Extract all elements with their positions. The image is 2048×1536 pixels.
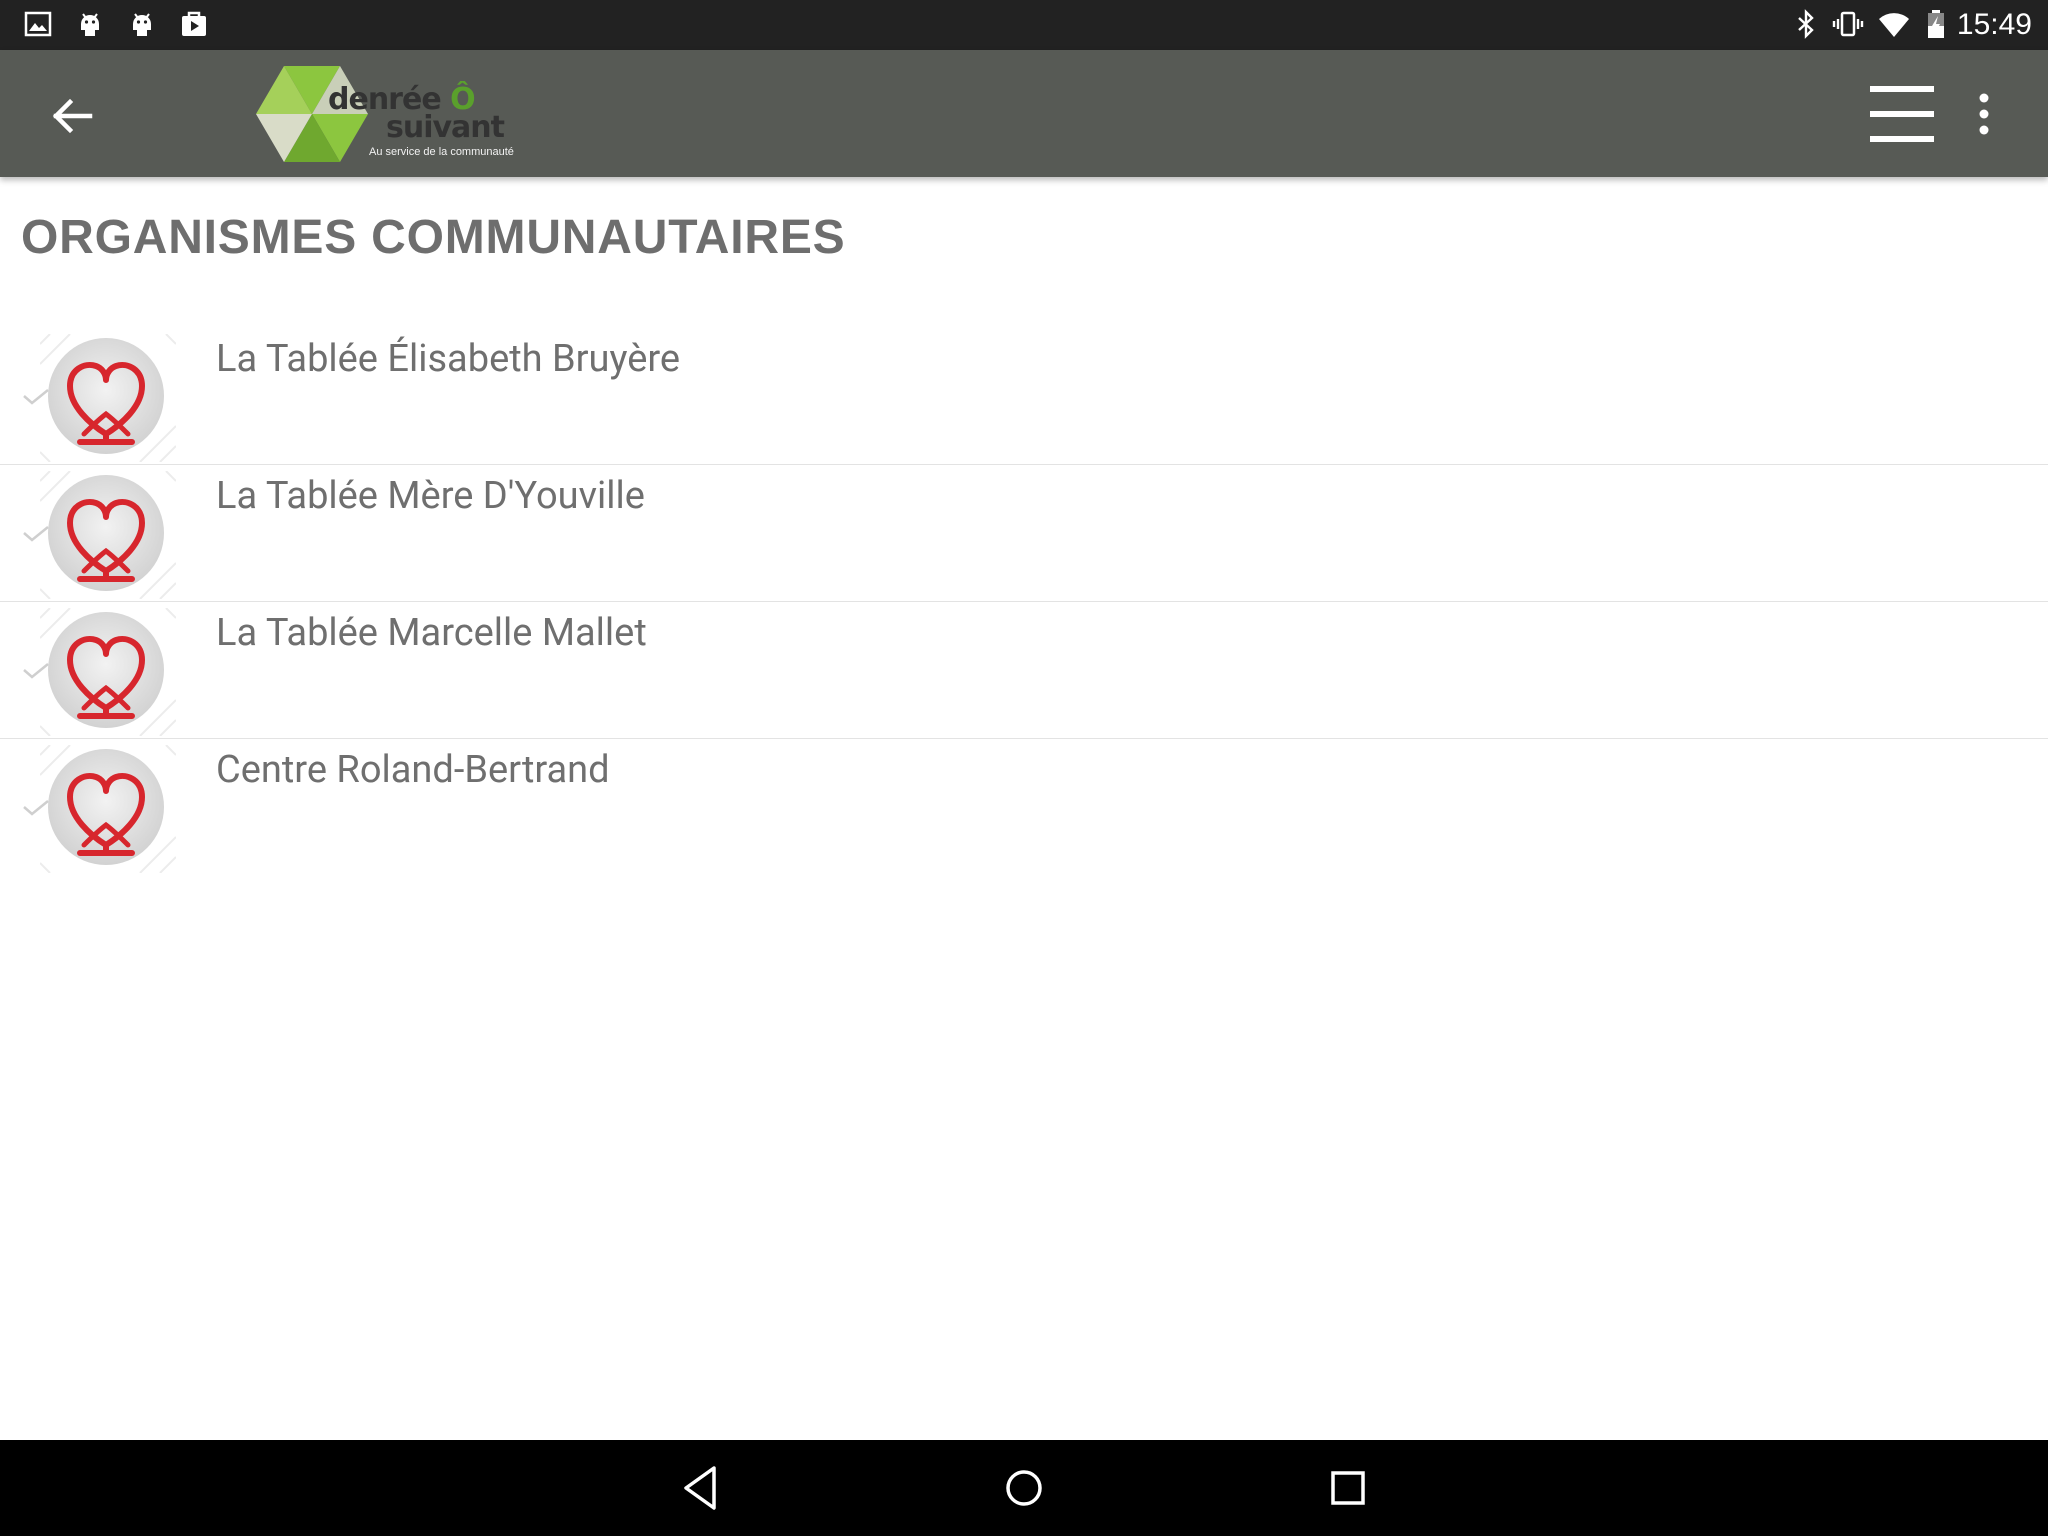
android-icon: [81, 13, 99, 36]
list-item-4[interactable]: Centre Roland-Bertrand: [0, 739, 2048, 876]
battery-charging-icon: [1928, 10, 1944, 38]
nav-recents-icon[interactable]: [1322, 1462, 1374, 1514]
organization-name: La Tablée Marcelle Mallet: [216, 611, 647, 655]
android-icon: [133, 13, 151, 36]
logo-word-suivant: suivant: [386, 110, 505, 145]
wifi-icon: [1879, 13, 1909, 37]
list-item-3[interactable]: La Tablée Marcelle Mallet: [0, 602, 2048, 739]
back-arrow-icon[interactable]: [40, 84, 104, 148]
status-bar: 15:49: [0, 0, 2048, 50]
heart-logo-icon: [40, 471, 176, 599]
system-nav-bar: [0, 1440, 2048, 1536]
bluetooth-icon: [1798, 9, 1814, 39]
logo-tagline: Au service de la communauté: [369, 146, 514, 158]
organizations-list: La Tablée Élisabeth Bruyère La Tablée Mè…: [0, 328, 2048, 876]
overflow-menu-icon[interactable]: [1968, 86, 2000, 142]
menu-hamburger-icon[interactable]: [1862, 82, 1942, 146]
list-item-2[interactable]: La Tablée Mère D'Youville: [0, 465, 2048, 602]
nav-back-icon[interactable]: [674, 1462, 726, 1514]
app-toolbar: denrée Ô suivant Au service de la commun…: [0, 50, 2048, 177]
play-store-icon: [182, 11, 206, 36]
heart-logo-icon: [40, 745, 176, 873]
nav-home-icon[interactable]: [998, 1462, 1050, 1514]
organization-name: La Tablée Élisabeth Bruyère: [216, 337, 681, 381]
organization-name: Centre Roland-Bertrand: [216, 748, 610, 792]
app-logo: denrée Ô suivant Au service de la commun…: [254, 62, 514, 166]
heart-logo-icon: [40, 334, 176, 462]
page-title: ORGANISMES COMMUNAUTAIRES: [21, 211, 846, 264]
image-icon: [24, 11, 52, 37]
vibrate-icon: [1832, 11, 1864, 37]
organization-name: La Tablée Mère D'Youville: [216, 474, 645, 518]
heart-logo-icon: [40, 608, 176, 736]
status-time: 15:49: [1956, 8, 2032, 41]
list-item-1[interactable]: La Tablée Élisabeth Bruyère: [0, 328, 2048, 465]
